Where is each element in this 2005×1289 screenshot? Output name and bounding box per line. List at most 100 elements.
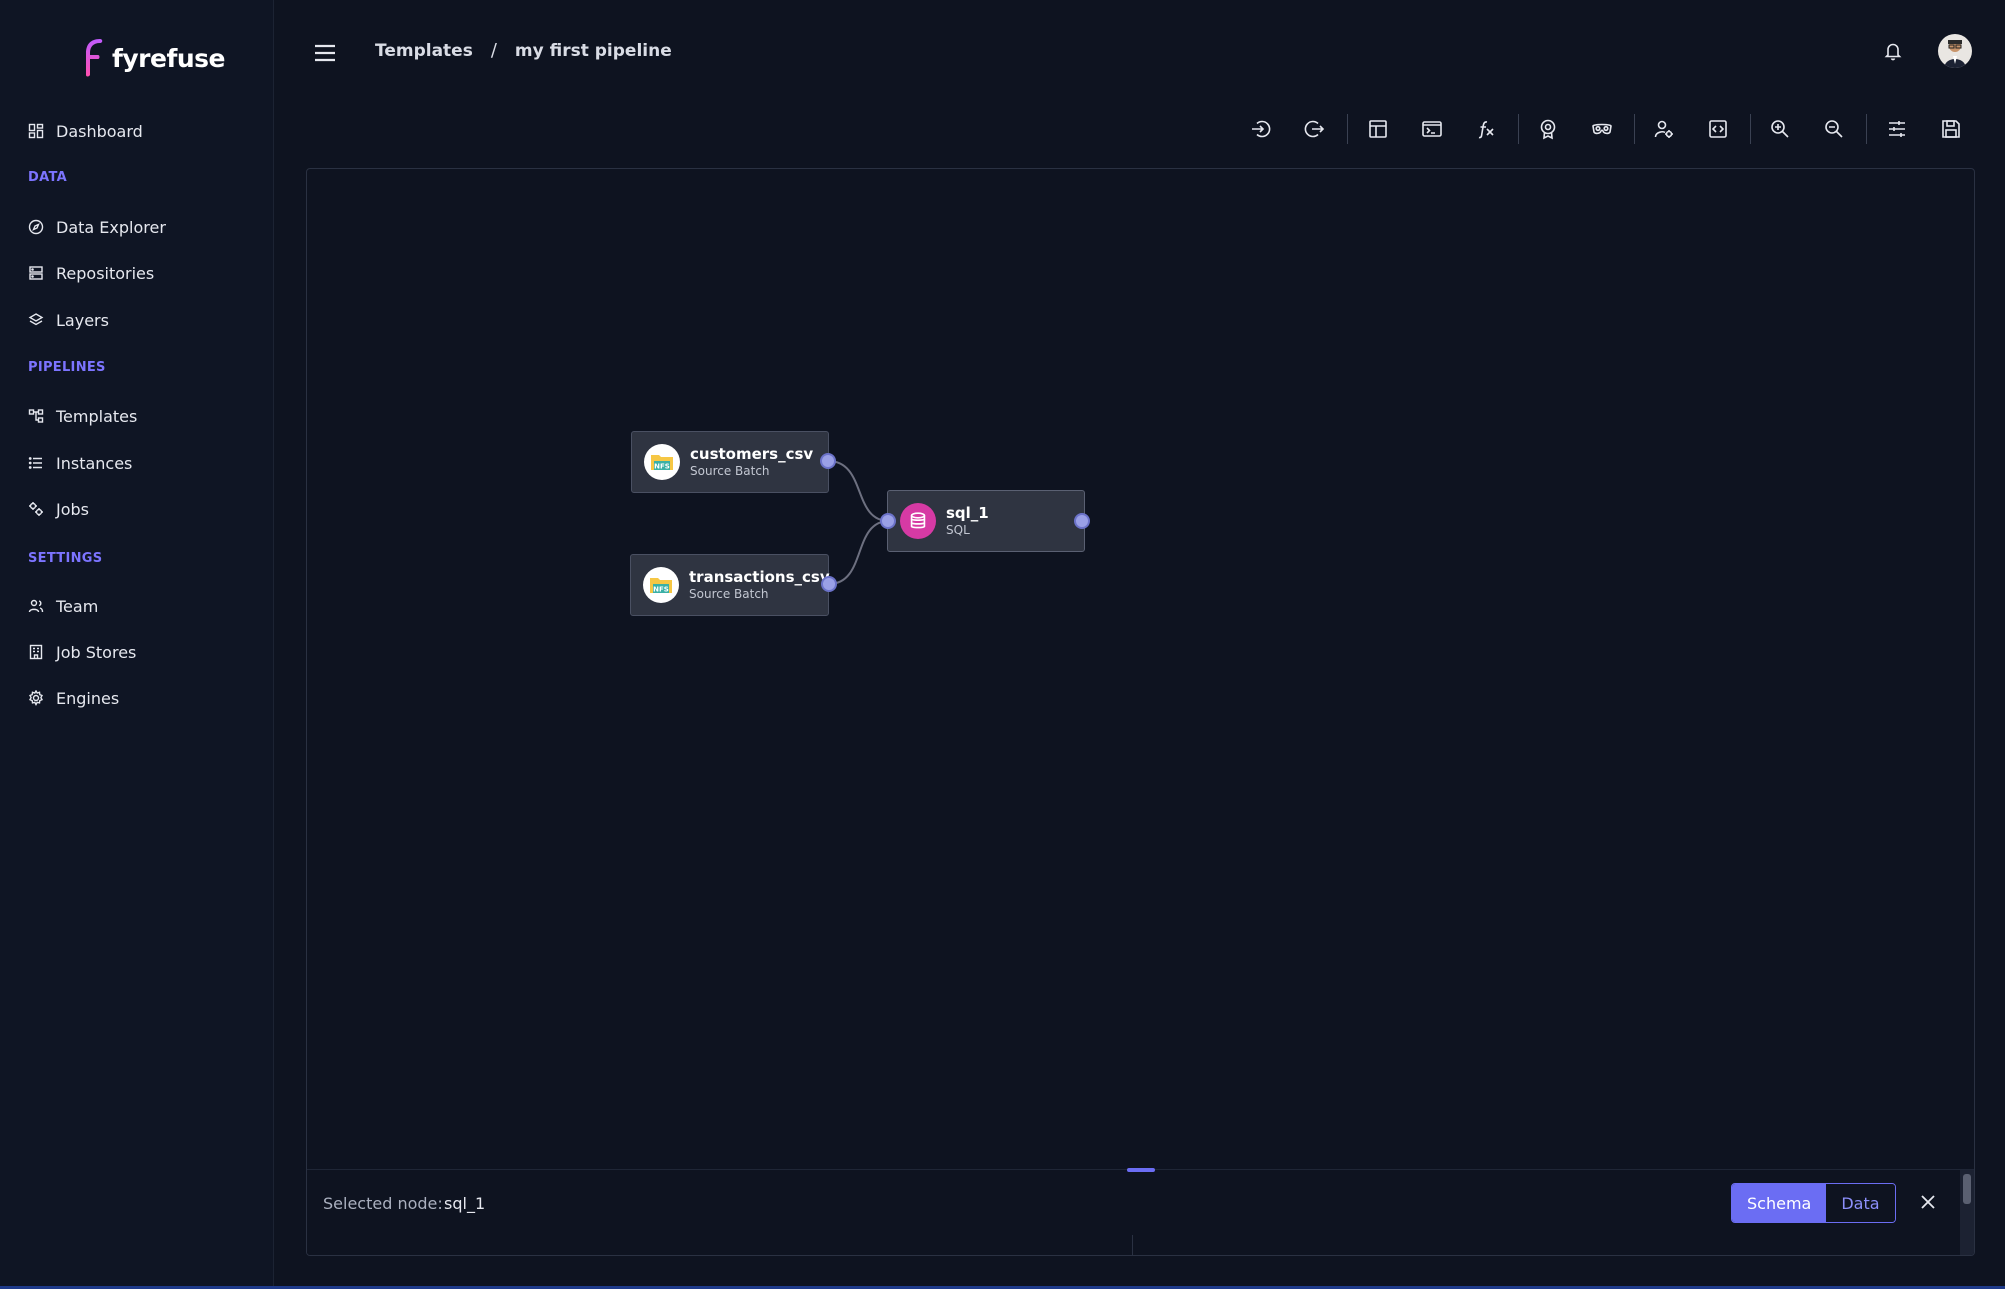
edge-transactions-to-sql xyxy=(828,520,890,585)
toolbar-divider xyxy=(1347,114,1348,144)
bell-icon[interactable] xyxy=(1884,41,1902,61)
nfs-folder-icon: NFS xyxy=(644,444,680,480)
toolbar-divider xyxy=(1750,114,1751,144)
node-details-panel: Selected node: sql_1 Schema Data xyxy=(307,1168,1974,1255)
save-button[interactable] xyxy=(1935,113,1967,145)
scrollbar-thumb[interactable] xyxy=(1963,1174,1971,1204)
node-subtitle: Source Batch xyxy=(689,587,769,601)
sidebar-item-layers[interactable]: Layers xyxy=(28,305,109,335)
save-icon xyxy=(1942,120,1960,138)
panel-scrollbar[interactable] xyxy=(1960,1170,1974,1255)
output-port[interactable] xyxy=(1074,513,1090,529)
sidebar-item-data-explorer[interactable]: Data Explorer xyxy=(28,212,166,242)
server-icon xyxy=(29,266,43,280)
function-icon xyxy=(1478,121,1494,139)
tab-schema[interactable]: Schema xyxy=(1732,1184,1827,1222)
node-transactions-csv[interactable]: NFS transactions_csv Source Batch xyxy=(630,554,830,616)
node-sql-1[interactable]: sql_1 SQL xyxy=(887,490,1085,552)
settings-button[interactable] xyxy=(1881,113,1913,145)
logo[interactable]: fyrefuse xyxy=(80,36,225,80)
user-settings-button[interactable] xyxy=(1648,113,1680,145)
import-button[interactable] xyxy=(1245,113,1277,145)
node-title: sql_1 xyxy=(946,504,989,522)
sidebar-item-dashboard[interactable]: Dashboard xyxy=(28,116,143,146)
flow-icon xyxy=(28,409,44,423)
compass-icon xyxy=(28,219,44,235)
hamburger-menu-icon[interactable] xyxy=(312,40,338,66)
close-icon[interactable] xyxy=(1917,1191,1939,1213)
cogs-icon xyxy=(29,502,43,516)
nfs-folder-icon: NFS xyxy=(643,567,679,603)
toolbar-divider xyxy=(1518,114,1519,144)
edges xyxy=(827,460,890,585)
sliders-icon xyxy=(1889,121,1905,137)
table-icon xyxy=(1369,120,1387,138)
zoom-in-button[interactable] xyxy=(1764,113,1796,145)
sidebar-item-team[interactable]: Team xyxy=(28,591,98,621)
section-title-pipelines: PIPELINES xyxy=(28,360,106,375)
panel-divider xyxy=(1132,1235,1133,1255)
selected-node-value: sql_1 xyxy=(444,1194,486,1213)
sidebar-item-label: Dashboard xyxy=(56,121,143,141)
sidebar-item-label: Repositories xyxy=(56,263,155,283)
sidebar-item-engines[interactable]: Engines xyxy=(28,683,119,713)
logo-text: fyrefuse xyxy=(112,43,225,73)
sidebar-item-label: Data Explorer xyxy=(56,217,166,237)
sidebar-item-label: Templates xyxy=(56,406,138,426)
table-button[interactable] xyxy=(1362,113,1394,145)
function-button[interactable] xyxy=(1470,113,1502,145)
node-customers-csv[interactable]: NFS customers_csv Source Batch xyxy=(631,431,829,493)
edge-customers-to-sql xyxy=(827,460,890,522)
export-button[interactable] xyxy=(1298,113,1330,145)
node-title: customers_csv xyxy=(690,445,814,463)
output-port[interactable] xyxy=(820,453,836,469)
users-icon xyxy=(28,599,44,613)
sidebar-item-label: Team xyxy=(56,596,99,616)
badge-button[interactable] xyxy=(1532,113,1564,145)
user-avatar-icon xyxy=(1938,34,1972,68)
toolbar-divider xyxy=(1634,114,1635,144)
sidebar-item-jobs[interactable]: Jobs xyxy=(28,494,89,524)
node-subtitle: Source Batch xyxy=(690,464,770,478)
sidebar-item-label: Layers xyxy=(56,310,109,330)
list-icon xyxy=(28,457,42,469)
sidebar-item-templates[interactable]: Templates xyxy=(28,401,137,431)
breadcrumb-templates[interactable]: Templates xyxy=(375,41,473,61)
dashboard-icon xyxy=(28,123,44,139)
panel-view-toggle: Schema Data xyxy=(1731,1183,1896,1223)
login-icon xyxy=(1252,120,1271,138)
node-title: transactions_csv xyxy=(689,568,830,586)
sidebar-item-label: Engines xyxy=(56,688,120,708)
breadcrumb-current: my first pipeline xyxy=(514,40,672,61)
mask-button[interactable] xyxy=(1586,113,1618,145)
sidebar-item-job-stores[interactable]: Job Stores xyxy=(28,637,136,667)
zoom-out-icon xyxy=(1825,120,1843,138)
database-icon xyxy=(900,503,936,539)
terminal-button[interactable] xyxy=(1416,113,1448,145)
section-title-settings: SETTINGS xyxy=(28,551,103,566)
sidebar-item-repositories[interactable]: Repositories xyxy=(28,258,154,288)
breadcrumb-separator: / xyxy=(490,40,497,61)
svg-text:NFS: NFS xyxy=(653,586,669,594)
code-button[interactable] xyxy=(1702,113,1734,145)
toolbar-divider xyxy=(1866,114,1867,144)
selected-node-label: Selected node: xyxy=(323,1194,443,1213)
badge-icon xyxy=(1540,119,1556,140)
zoom-out-button[interactable] xyxy=(1818,113,1850,145)
code-icon xyxy=(1709,120,1727,138)
tab-data[interactable]: Data xyxy=(1826,1184,1895,1222)
input-port[interactable] xyxy=(880,513,896,529)
svg-text:NFS: NFS xyxy=(654,463,670,471)
logout-icon xyxy=(1304,120,1325,138)
output-port[interactable] xyxy=(821,576,837,592)
sidebar-item-instances[interactable]: Instances xyxy=(28,448,132,478)
building-icon xyxy=(29,644,43,660)
terminal-icon xyxy=(1422,121,1442,137)
fyrefuse-logo-icon xyxy=(86,39,103,77)
pipeline-canvas[interactable]: NFS customers_csv Source Batch NFS trans… xyxy=(306,168,1975,1256)
gear-icon xyxy=(29,690,43,706)
sidebar-item-label: Jobs xyxy=(56,499,89,519)
panel-resize-handle[interactable] xyxy=(1127,1168,1155,1172)
avatar[interactable] xyxy=(1938,34,1972,68)
layers-icon xyxy=(28,313,44,326)
